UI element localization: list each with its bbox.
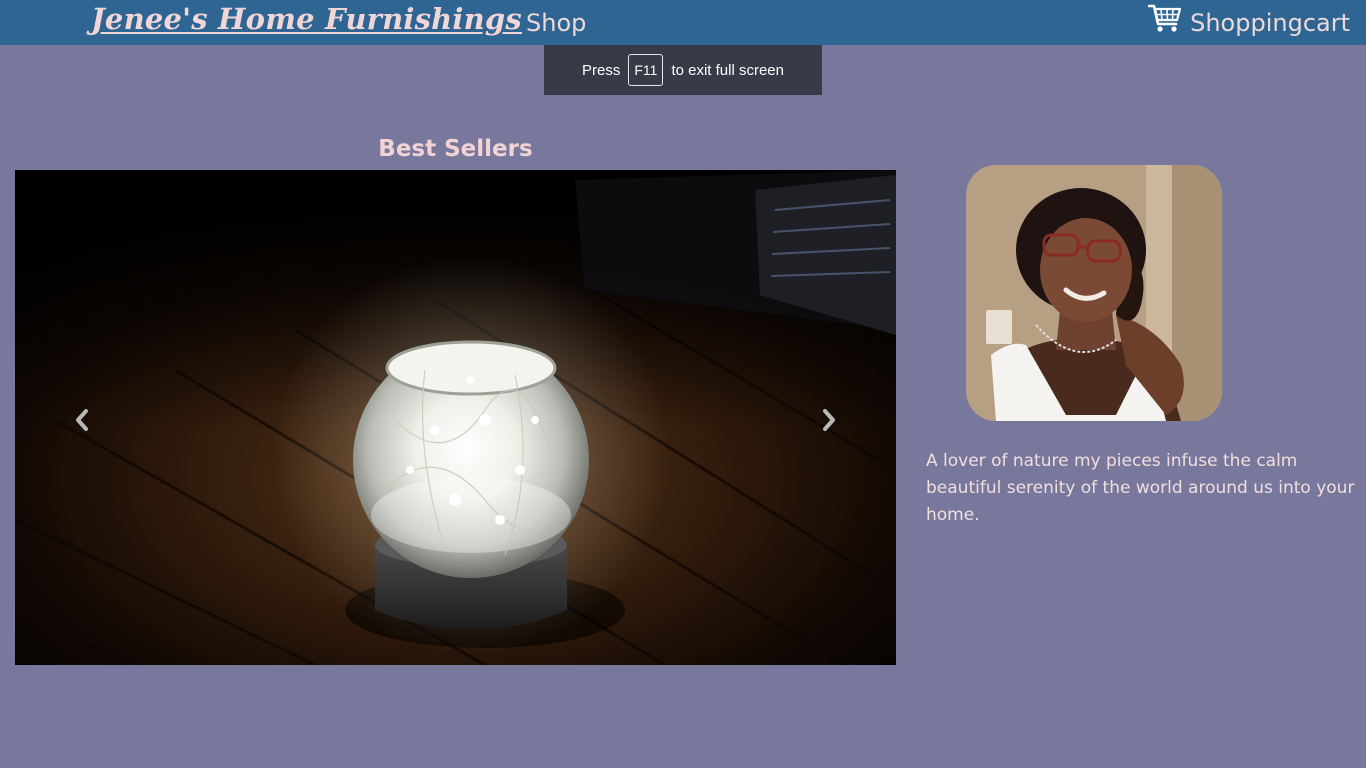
cart-label: Shoppingcart [1190,8,1350,37]
product-image-glowing-globe [15,170,896,665]
owner-bio: A lover of nature my pieces infuse the c… [926,451,1355,525]
shopping-cart-icon [1148,4,1182,33]
carousel-next-button[interactable] [814,405,844,435]
best-sellers-carousel [15,170,896,665]
top-navbar: Jenee's Home Furnishings Shop Shoppingca… [0,0,1366,45]
chevron-left-icon [76,409,88,431]
owner-avatar [966,165,1222,421]
fullscreen-exit-notice: Press F11 to exit full screen [544,45,822,95]
carousel-prev-button[interactable] [67,405,97,435]
chevron-right-icon [823,409,835,431]
best-sellers-heading: Best Sellers [378,136,533,162]
f11-key: F11 [628,54,664,86]
shopping-cart-link[interactable]: Shoppingcart [1148,0,1350,45]
notice-prefix: Press [582,61,621,79]
shop-nav-link[interactable]: Shop [526,9,586,37]
brand-link[interactable]: Jenee's Home Furnishings [91,2,522,36]
notice-suffix: to exit full screen [671,61,784,79]
